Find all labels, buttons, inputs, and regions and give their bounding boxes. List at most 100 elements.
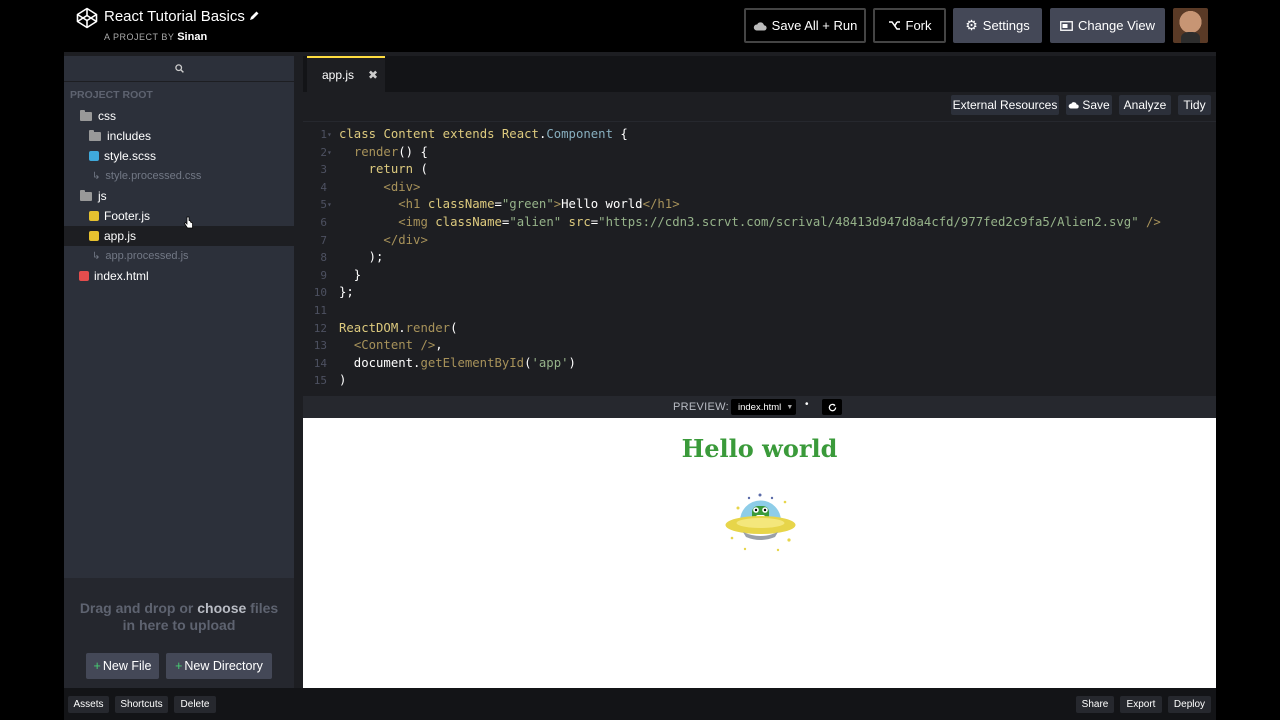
fork-label: Fork — [905, 18, 932, 33]
editor-toolbar: External Resources Save Analyze Tidy — [303, 92, 1216, 122]
tree-item-label: index.html — [94, 269, 149, 283]
code-line: 10}; — [303, 284, 1216, 302]
dropzone-text-a: Drag and drop or — [79, 600, 194, 616]
project-title[interactable]: React Tutorial Basics — [104, 8, 245, 25]
tree-item-label: app.processed.js — [105, 250, 189, 262]
cloud-icon — [1068, 102, 1079, 109]
tree-item-label: css — [98, 109, 116, 123]
search-icon — [174, 64, 184, 73]
plus-icon: + — [175, 659, 183, 673]
preview-dot-indicator: • — [805, 399, 809, 410]
tree-item-label: style.processed.css — [105, 170, 202, 182]
pencil-icon[interactable] — [248, 10, 260, 22]
code-line: 5 ▾ <h1 className="green">Hello world</h1… — [303, 196, 1216, 214]
tree-item-label: includes — [107, 129, 152, 143]
deploy-button[interactable]: Deploy — [1168, 696, 1211, 713]
chevron-down-icon: ▼ — [786, 403, 794, 411]
preview-file-select[interactable]: index.html ▼ — [731, 399, 796, 415]
code-editor-pane: app.js ✖ External Resources Save Analyze… — [303, 56, 1216, 396]
new-directory-label: New Directory — [184, 659, 263, 673]
file-search-bar[interactable] — [64, 56, 294, 82]
code-line-text: <img className="alien" src="https://cdn3… — [398, 214, 1161, 229]
save-label: Save — [1082, 98, 1110, 112]
code-line: 11 — [313, 303, 327, 317]
tree-file-app-processed-js[interactable]: ↳ app.processed.js — [64, 246, 294, 266]
preview-frame[interactable]: Hello world — [303, 418, 1216, 688]
fork-button[interactable]: Fork — [873, 8, 946, 43]
tab-label: app.js — [322, 68, 355, 82]
header-bar: React Tutorial Basics A PROJECT BY Sinan… — [64, 0, 1216, 52]
delete-button[interactable]: Delete — [174, 696, 216, 713]
change-view-button[interactable]: Change View — [1050, 8, 1165, 43]
tab-app-js[interactable]: app.js ✖ — [307, 56, 385, 92]
external-resources-button[interactable]: External Resources — [951, 95, 1059, 115]
user-avatar[interactable] — [1173, 8, 1208, 43]
tree-file-style-processed-css[interactable]: ↳ style.processed.css — [64, 166, 294, 186]
share-button[interactable]: Share — [1076, 696, 1114, 713]
alien-ufo-image — [725, 493, 796, 552]
refresh-button[interactable] — [822, 399, 842, 415]
dropzone-text: Drag and drop or choose files in here to… — [64, 600, 294, 634]
change-view-label: Change View — [1077, 18, 1156, 33]
tree-item-label: Footer.js — [104, 209, 151, 223]
tree-file-app-js[interactable]: app.js — [64, 226, 294, 246]
upload-dropzone[interactable]: Drag and drop or choose files in here to… — [64, 578, 294, 688]
tree-file-footer-js[interactable]: Footer.js — [64, 206, 294, 226]
code-line: 8 ); — [303, 249, 1216, 267]
folder-icon — [80, 189, 92, 201]
plus-icon: + — [93, 659, 101, 673]
code-line-text: </div> — [383, 232, 428, 247]
scss-file-icon — [89, 151, 99, 161]
preview-label: PREVIEW: — [673, 401, 729, 413]
author-link[interactable]: Sinan — [177, 31, 207, 43]
code-line: 15) — [303, 372, 1216, 390]
export-button[interactable]: Export — [1120, 696, 1162, 713]
code-line: 4 <div> — [303, 179, 1216, 197]
codepen-project-window: React Tutorial Basics A PROJECT BY Sinan… — [64, 0, 1216, 720]
code-line-text: }; — [339, 285, 354, 300]
processed-arrow-icon: ↳ — [92, 250, 101, 262]
choose-files-link[interactable]: choose — [197, 600, 246, 616]
save-all-run-button[interactable]: Save All + Run — [744, 8, 866, 43]
code-line-text: ReactDOM.render( — [339, 320, 458, 335]
new-file-button[interactable]: + New File — [86, 653, 159, 679]
code-line: 6 <img className="alien" src="https://cd… — [303, 214, 1216, 232]
tidy-button[interactable]: Tidy — [1178, 95, 1211, 115]
shortcuts-button[interactable]: Shortcuts — [115, 696, 168, 713]
tree-folder-includes[interactable]: includes — [64, 126, 294, 146]
code-line: 1 ▾ class Content extends React.Component … — [303, 126, 1216, 144]
analyze-button[interactable]: Analyze — [1119, 95, 1171, 115]
code-line: 9 } — [303, 267, 1216, 285]
new-directory-button[interactable]: + New Directory — [166, 653, 272, 679]
code-line: 13 <Content />, — [303, 337, 1216, 355]
save-button[interactable]: Save — [1066, 95, 1112, 115]
tree-file-style-scss[interactable]: style.scss — [64, 146, 294, 166]
preview-file-value: index.html — [738, 401, 782, 413]
tree-file-index-html[interactable]: index.html — [64, 266, 294, 286]
preview-heading: Hello world — [681, 434, 838, 463]
processed-arrow-icon: ↳ — [92, 170, 101, 182]
code-line: 14 document.getElementById('app') — [303, 355, 1216, 373]
footer-bar: Assets Shortcuts Delete Share Export Dep… — [64, 688, 1216, 720]
save-all-run-label: Save All + Run — [771, 18, 858, 33]
cloud-icon — [753, 21, 767, 30]
byline-prefix: A PROJECT BY — [104, 32, 175, 42]
code-line: 12 ReactDOM.render( — [303, 320, 1216, 338]
close-icon[interactable]: ✖ — [368, 68, 378, 82]
codepen-logo-icon[interactable] — [76, 7, 98, 29]
dropzone-text-line2: in here to upload — [122, 617, 236, 633]
js-file-icon — [89, 231, 99, 241]
code-line-text: return ( — [368, 162, 428, 177]
js-file-icon — [89, 211, 99, 221]
settings-label: Settings — [982, 18, 1030, 33]
file-sidebar: PROJECT ROOT css includes style.scss ↳ s… — [64, 56, 294, 688]
code-area[interactable]: 1 ▾ class Content extends React.Component … — [303, 126, 1216, 390]
tree-folder-js[interactable]: js — [64, 186, 294, 206]
tree-item-label: style.scss — [104, 149, 157, 163]
tree-folder-css[interactable]: css — [64, 106, 294, 126]
tree-item-label: js — [98, 189, 107, 203]
code-line: 2 ▾ render() { — [303, 144, 1216, 162]
dropzone-text-b: files — [250, 600, 279, 616]
settings-button[interactable]: ⚙ Settings — [953, 8, 1042, 43]
assets-button[interactable]: Assets — [68, 696, 109, 713]
